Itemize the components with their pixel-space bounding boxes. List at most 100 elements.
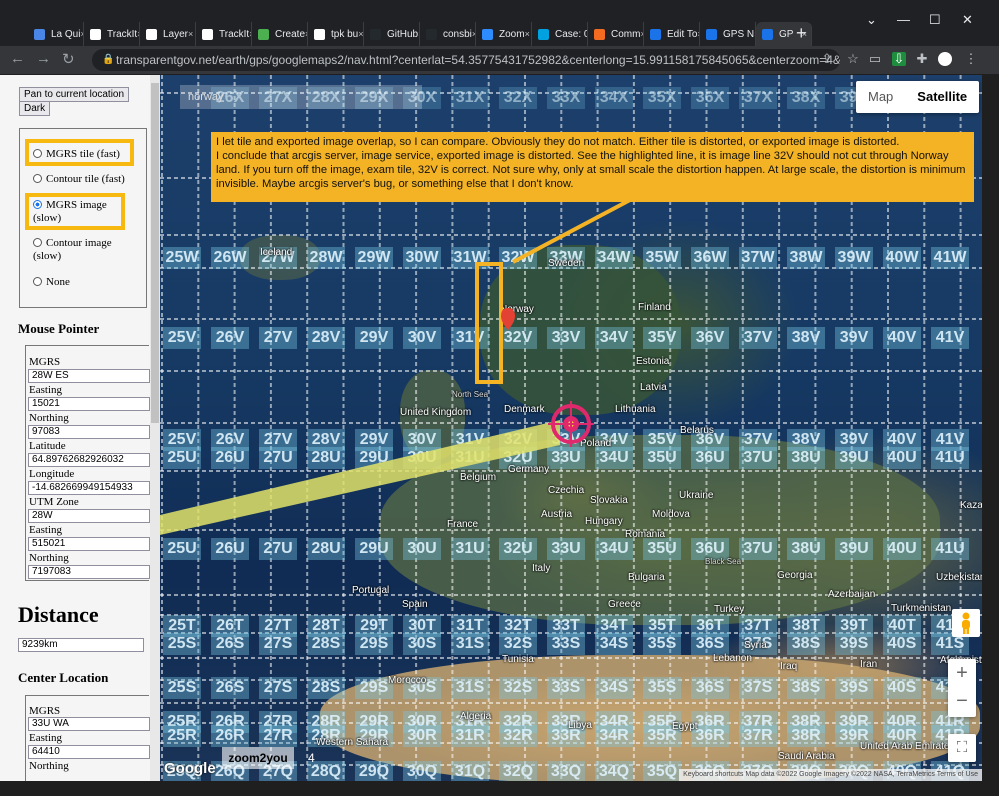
zoom-out-button[interactable]: −	[948, 688, 976, 717]
extensions-icon[interactable]: ✚	[915, 52, 929, 66]
radio-dot[interactable]	[33, 174, 42, 183]
tab-search-icon[interactable]: ⌄	[866, 12, 877, 28]
center-mgrs-label: MGRS	[29, 705, 61, 717]
map-type-control: Map Satellite	[856, 81, 980, 113]
mgrs-field[interactable]: 28W ES	[28, 369, 150, 383]
tab-favicon-icon	[482, 28, 493, 40]
google-logo: Google	[164, 760, 216, 777]
close-tab-icon[interactable]: ×	[358, 29, 363, 39]
profile-avatar-icon[interactable]	[938, 52, 952, 66]
browser-tab[interactable]: consbi×	[420, 22, 476, 46]
browser-tab[interactable]: Case: 0×	[532, 22, 588, 46]
back-icon[interactable]: ←	[10, 50, 25, 67]
utm-zone-label: UTM Zone	[29, 496, 79, 508]
center-northing-label: Northing	[29, 760, 69, 772]
pan-to-location-button[interactable]: Pan to current location	[19, 87, 130, 102]
sidebar-icon[interactable]: ▭	[868, 52, 882, 66]
close-tab-icon[interactable]: ×	[525, 29, 530, 39]
fullscreen-button[interactable]: ⛶	[948, 734, 976, 762]
map-search-input[interactable]: norway	[180, 85, 422, 109]
close-tab-icon[interactable]: ×	[188, 29, 193, 39]
minimize-icon[interactable]: —	[897, 12, 910, 27]
zoom-control: + −	[948, 659, 976, 717]
distance-line	[160, 420, 560, 535]
radio-dot[interactable]	[33, 277, 42, 286]
tab-label: Create	[275, 28, 306, 40]
forward-icon[interactable]: →	[36, 50, 51, 67]
browser-tab[interactable]: TrackIt×	[196, 22, 252, 46]
map-canvas[interactable]: 26X 27X 28X 29X 30X 31X 32X 33X 34X 35X 36X 37X 38X 3…	[160, 75, 982, 781]
mgrs-label: MGRS	[29, 356, 61, 368]
browser-tab[interactable]: Create×	[252, 22, 308, 46]
map-type-map-button[interactable]: Map	[856, 81, 905, 113]
dark-mode-button[interactable]: Dark	[19, 101, 51, 116]
browser-tab[interactable]: La Qui×	[28, 22, 84, 46]
scrollbar-thumb[interactable]	[151, 83, 159, 423]
download-extension-icon[interactable]: ⇩	[892, 52, 906, 66]
latitude-field[interactable]: 64.89762682926032	[28, 453, 150, 467]
share-icon[interactable]: ⇪	[820, 52, 834, 66]
center-easting-field[interactable]: 64410	[28, 745, 150, 759]
zoom-in-button[interactable]: +	[948, 659, 976, 688]
longitude-field[interactable]: -14.682669949154933	[28, 481, 150, 495]
annotation-callout: I let tile and exported image overlap, s…	[211, 132, 974, 202]
tab-label: La Qui	[51, 28, 81, 40]
easting-label: Easting	[29, 384, 62, 396]
utm-easting-field[interactable]: 515021	[28, 537, 150, 551]
highlight-32v-line	[475, 262, 503, 384]
map-attribution[interactable]: Keyboard shortcuts Map data ©2022 Google…	[679, 769, 982, 781]
close-window-icon[interactable]: ✕	[962, 12, 973, 28]
easting-field[interactable]: 15021	[28, 397, 150, 411]
map-type-satellite-button[interactable]: Satellite	[905, 81, 979, 113]
radio-dot[interactable]	[33, 238, 42, 247]
browser-tab[interactable]: Zoom ×	[476, 22, 532, 46]
tab-favicon-icon	[594, 28, 605, 40]
map-pin-icon	[501, 308, 515, 330]
annotation-line-2: I conclude that arcgis server, image ser…	[216, 150, 966, 190]
maximize-icon[interactable]: ☐	[929, 12, 941, 28]
zoom2you-label: zoom2you	[222, 747, 294, 769]
radio-none[interactable]: None	[33, 276, 70, 289]
browser-tab[interactable]: TrackIt×	[84, 22, 140, 46]
utm-northing-label: Northing	[29, 552, 69, 564]
tab-favicon-icon	[650, 28, 661, 40]
menu-icon[interactable]: ⋮	[964, 52, 978, 66]
utm-northing-field[interactable]: 7197083	[28, 565, 150, 579]
browser-tab-bar: La Qui×TrackIt×Layer×TrackIt×Create×tpk …	[0, 0, 999, 46]
control-panel: Pan to current location Dark MGRS tile (…	[0, 75, 160, 781]
distance-heading: Distance	[18, 602, 99, 627]
center-location-heading: Center Location	[18, 670, 109, 685]
lock-icon: 🔒	[102, 54, 115, 65]
tab-favicon-icon	[34, 28, 45, 40]
new-tab-icon[interactable]: +	[796, 24, 807, 42]
reload-icon[interactable]: ↻	[62, 50, 75, 68]
star-icon[interactable]: ☆	[846, 52, 860, 66]
tab-label: TrackIt	[219, 28, 250, 40]
panel-scrollbar[interactable]	[150, 75, 160, 781]
pegman-icon	[962, 612, 970, 634]
center-mgrs-field[interactable]: 33U WA	[28, 717, 150, 731]
highlight-mgrs-tile	[25, 139, 134, 166]
browser-tab[interactable]: Layer ×	[140, 22, 196, 46]
tab-label: GP	[779, 28, 794, 40]
pegman-street-view-button[interactable]	[952, 609, 980, 637]
browser-tab[interactable]: GitHub×	[364, 22, 420, 46]
radio-contour-tile[interactable]: Contour tile (fast)	[33, 173, 125, 186]
browser-tab[interactable]: tpk bu ×	[308, 22, 364, 46]
tab-label: Zoom	[499, 28, 525, 40]
distance-field[interactable]: 9239km	[18, 638, 144, 652]
highlight-mgrs-image	[25, 193, 125, 230]
browser-tab[interactable]: Comm×	[588, 22, 644, 46]
browser-tab[interactable]: GPS N×	[700, 22, 756, 46]
address-bar[interactable]: 🔒 transparentgov.net/earth/gps/googlemap…	[92, 49, 840, 71]
tab-favicon-icon	[314, 28, 325, 40]
url-text: transparentgov.net/earth/gps/googlemaps2…	[116, 53, 840, 67]
northing-field[interactable]: 97083	[28, 425, 150, 439]
radio-contour-image[interactable]: Contour image (slow)	[33, 237, 125, 263]
utm-zone-field[interactable]: 28W	[28, 509, 150, 523]
tab-favicon-icon	[202, 28, 213, 40]
tab-favicon-icon	[370, 28, 381, 40]
browser-tab[interactable]: Edit To×	[644, 22, 700, 46]
browser-toolbar: ← → ↻ 🔒 transparentgov.net/earth/gps/goo…	[0, 46, 999, 74]
zoom-level-value: 4	[308, 751, 315, 765]
